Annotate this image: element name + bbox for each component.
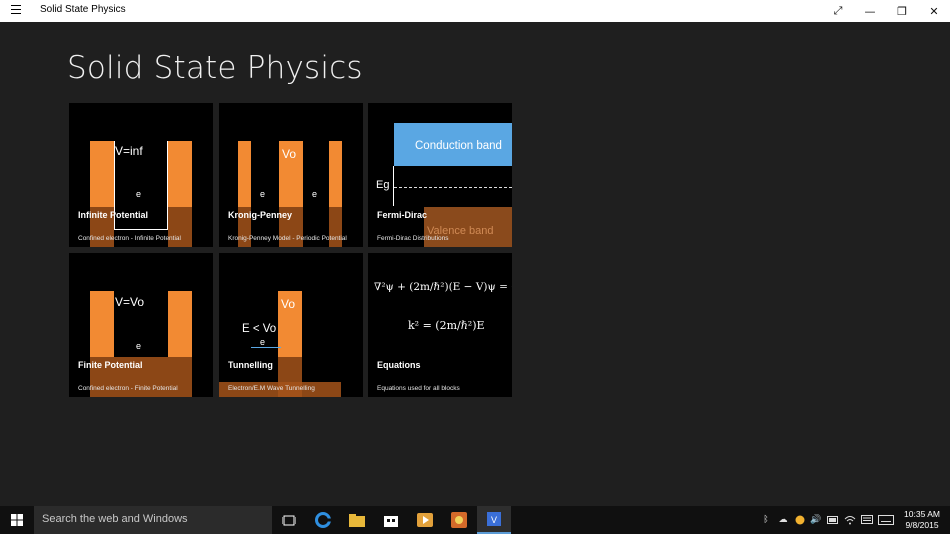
task-view-icon[interactable] — [272, 506, 306, 534]
left-wall — [90, 141, 114, 207]
barrier-label: Vo — [282, 147, 297, 161]
fullscreen-button[interactable]: ⤢ — [822, 0, 854, 22]
main-content: Solid State Physics V=inf e Infinite Pot… — [0, 22, 950, 506]
solid-state-physics-app-icon[interactable]: V — [477, 506, 511, 534]
energy-label: E < Vo — [242, 323, 277, 335]
svg-text:V: V — [491, 515, 497, 525]
volume-icon[interactable]: 🔊 — [809, 506, 823, 534]
tile-title: Kronig-Penney — [228, 210, 293, 220]
tile-title: Infinite Potential — [78, 210, 149, 220]
barrier-label: V=inf — [115, 144, 143, 158]
store-icon[interactable] — [374, 506, 408, 534]
electron-right-label: e — [312, 189, 318, 199]
tile-kronig-penney[interactable]: Vo e e Kronig-Penney Kronig-Penney Model… — [219, 103, 363, 247]
system-clock[interactable]: 10:35 AM 9/8/2015 — [900, 509, 944, 531]
tile-tunnelling[interactable]: Vo E < Vo e Tunnelling Electron/E.M Wave… — [219, 253, 363, 397]
minimize-button[interactable]: — — [854, 0, 886, 22]
schrodinger-equation: ∇²ψ + (2m/ℏ²)(E − V)ψ = 0 — [374, 281, 512, 293]
tile-subtitle: Electron/E.M Wave Tunnelling — [228, 385, 315, 392]
edge-browser-icon[interactable] — [306, 506, 340, 534]
battery-icon[interactable] — [826, 506, 840, 534]
file-explorer-icon[interactable] — [340, 506, 374, 534]
conduction-band-label: Conduction band — [415, 140, 502, 152]
cloud-sync-icon[interactable]: ☁ — [776, 506, 790, 534]
restore-button[interactable]: ❐ — [886, 0, 918, 22]
right-wall — [168, 141, 192, 207]
clock-time: 10:35 AM — [904, 509, 940, 519]
notification-app-icon[interactable] — [793, 506, 807, 534]
electron-label: e — [260, 337, 266, 347]
title-bar: Solid State Physics ⤢ — ❐ ✕ — [0, 0, 950, 22]
electron-label: e — [136, 189, 142, 199]
app-icon[interactable] — [442, 506, 476, 534]
tile-title: Fermi-Dirac — [377, 210, 428, 220]
electron-label: e — [136, 341, 142, 351]
tile-subtitle: Fermi-Dirac Distributions — [377, 235, 449, 242]
wavevector-equation: k² = (2m/ℏ²)E — [408, 319, 485, 332]
start-button[interactable] — [0, 506, 34, 534]
tile-subtitle: Equations used for all blocks — [377, 385, 460, 392]
media-player-icon[interactable] — [408, 506, 442, 534]
clock-date: 9/8/2015 — [905, 520, 939, 530]
close-button[interactable]: ✕ — [918, 0, 950, 22]
app-title: Solid State Physics — [40, 4, 126, 15]
tile-infinite-potential[interactable]: V=inf e Infinite Potential Confined elec… — [69, 103, 213, 247]
taskbar: Search the web and Windows V ᛒ ☁ 🔊 10:35… — [0, 506, 950, 534]
keyboard-icon[interactable] — [877, 506, 895, 534]
tile-subtitle: Confined electron - Infinite Potential — [78, 235, 181, 242]
bluetooth-icon[interactable]: ᛒ — [760, 506, 772, 534]
gap-label: Eg — [376, 179, 390, 191]
hamburger-menu-icon[interactable] — [11, 5, 21, 15]
barrier-label: Vo — [281, 297, 296, 311]
action-center-icon[interactable] — [860, 506, 874, 534]
wifi-icon[interactable] — [843, 506, 857, 534]
page-title: Solid State Physics — [67, 50, 363, 86]
windows-logo-icon — [11, 514, 23, 526]
tile-subtitle: Confined electron - Finite Potential — [78, 385, 178, 392]
electron-left-label: e — [260, 189, 266, 199]
barrier-label: V=Vo — [115, 295, 145, 309]
tile-equations[interactable]: ∇²ψ + (2m/ℏ²)(E − V)ψ = 0 k² = (2m/ℏ²)E … — [368, 253, 512, 397]
tile-subtitle: Kronig-Penney Model - Periodic Potential — [228, 235, 347, 242]
tile-fermi-dirac[interactable]: Conduction band Eg Valence band Fermi-Di… — [368, 103, 512, 247]
search-box[interactable]: Search the web and Windows — [34, 506, 272, 534]
tile-title: Equations — [377, 360, 421, 370]
tile-title: Tunnelling — [228, 360, 273, 370]
tile-finite-potential[interactable]: V=Vo e Finite Potential Confined electro… — [69, 253, 213, 397]
tile-title: Finite Potential — [78, 360, 143, 370]
